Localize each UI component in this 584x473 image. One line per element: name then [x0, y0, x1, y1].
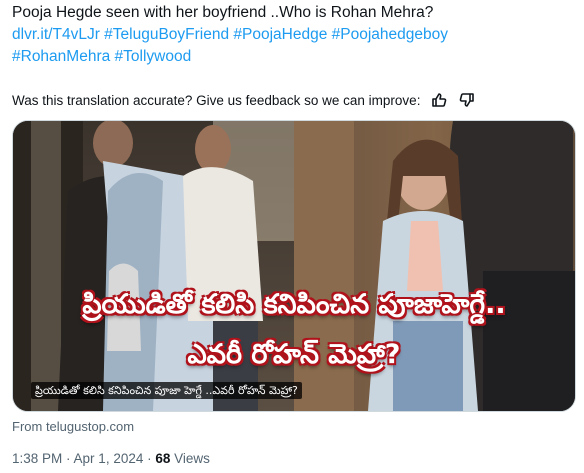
tweet-link-line[interactable]: dlvr.it/T4vLJr #TeluguBoyFriend #PoojaHe…	[12, 24, 572, 46]
tweet-text: Pooja Hegde seen with her boyfriend ..Wh…	[12, 2, 572, 68]
translation-feedback: Was this translation accurate? Give us f…	[12, 89, 476, 111]
thumbs-up-icon[interactable]	[430, 91, 448, 109]
headline-line-2: ఎవరీ రోహన్ మెహ్రా?	[187, 339, 401, 370]
media-caption: ప్రియుడితో కలిసి కనిపించిన పూజా హెగ్డే .…	[31, 382, 302, 399]
tweet-time[interactable]: 1:38 PM	[12, 451, 62, 466]
headline-line-1: ప్రియుడితో కలిసి కనిపించిన పూజాహెగ్డే..	[82, 289, 506, 320]
views-count: 68	[155, 451, 171, 466]
meta-separator: ·	[62, 451, 74, 466]
link-source[interactable]: From telugustop.com	[12, 419, 134, 434]
meta-separator: ·	[143, 451, 156, 466]
tweet-hashtags-line[interactable]: #RohanMehra #Tollywood	[12, 46, 572, 68]
thumbs-down-icon[interactable]	[458, 91, 476, 109]
tweet-meta: 1:38 PM · Apr 1, 2024 · 68 Views	[12, 451, 210, 466]
tweet-date[interactable]: Apr 1, 2024	[74, 451, 144, 466]
feedback-text: Was this translation accurate? Give us f…	[12, 92, 421, 108]
views-label: Views	[170, 451, 210, 466]
media-card[interactable]: ప్రియుడితో కలిసి కనిపించిన పూజాహెగ్డే.. …	[12, 120, 576, 412]
tweet-title: Pooja Hegde seen with her boyfriend ..Wh…	[12, 4, 434, 21]
